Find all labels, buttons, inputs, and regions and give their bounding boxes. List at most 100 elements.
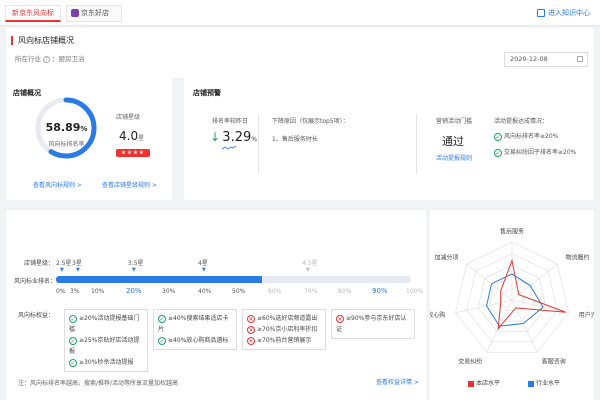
scale-tick: 50% xyxy=(232,288,246,295)
privilege-text: ≥60%选好店频道露出 xyxy=(257,315,318,322)
campaign-item-text: 风向标排名率≥20% xyxy=(504,133,559,140)
privileges-note: 注：风向标排名率越高，搜索/推荐/活动等所享流量加权越高 xyxy=(18,380,179,387)
legend-store-swatch xyxy=(468,380,474,387)
radar-axis-label: 交易纠纷 xyxy=(458,358,482,366)
check-circle-icon: ✓ xyxy=(69,336,77,345)
privilege-item: ✕ ≥70%前台营销展示 xyxy=(247,335,321,346)
check-circle-icon: ✓ xyxy=(494,132,502,141)
scale-tick: 40% xyxy=(198,288,212,295)
radar-axis-label: 放心购 xyxy=(430,311,445,319)
rank-change-unit: % xyxy=(251,136,257,143)
knowledge-center-link[interactable]: 进入知识中心 xyxy=(537,8,590,18)
store-overview-card: 店铺概况 58.89% 风向标排名率 店铺星级 4.0星 ★★★★ 查看风向标规… xyxy=(6,78,178,200)
privilege-text: ≥70%京小店利率折扣 xyxy=(257,326,318,333)
help-question-icon[interactable]: ? xyxy=(43,56,50,63)
scale-tick: 100% xyxy=(406,288,424,295)
privilege-item: ✕ ≥70%京小店利率折扣 xyxy=(247,324,321,335)
tab-jd-good-store[interactable]: 京东好店 xyxy=(66,5,122,22)
cross-circle-icon: ✕ xyxy=(336,314,344,323)
level-marker-triangle-icon: ▼ xyxy=(60,267,64,273)
store-level-value: 4.0星 xyxy=(119,129,144,143)
drop-reason-item: 1、售后服务时长 xyxy=(272,136,318,143)
scale-tick: 30% xyxy=(162,288,176,295)
industry-label: 所在行业 xyxy=(15,55,41,63)
good-store-logo-icon xyxy=(71,9,79,17)
radar-card: 售后服务物流履约用户评价客服咨询 交易纠纷 放心购 加减分项 本店水平 行业水平 xyxy=(430,210,594,400)
level-marker-triangle-icon: ▼ xyxy=(132,267,136,273)
date-value: 2020-12-08 xyxy=(510,55,548,63)
level-marker: 3星 xyxy=(72,260,82,267)
arrow-down-icon: ↓ xyxy=(210,130,221,144)
level-marker: 2.5星 xyxy=(56,260,72,267)
legend-store: 本店水平 xyxy=(468,378,500,387)
level-marker-triangle-icon: ▼ xyxy=(202,267,206,273)
rank-scale-bar xyxy=(56,276,411,283)
level-marker-triangle-icon: ▼ xyxy=(76,267,80,273)
divider xyxy=(258,114,259,174)
rank-change-value: ↓ 3.29% xyxy=(210,130,257,145)
rank-change-label: 排名率较昨日 xyxy=(212,118,249,125)
privilege-text: ≥30%秒杀活动提报 xyxy=(79,359,134,366)
trend-sparkline xyxy=(222,145,236,150)
divider xyxy=(416,114,417,174)
store-warning-card: 店铺预警 排名率较昨日 ↓ 3.29% 下降原因（仅展示top5项）： 1、售后… xyxy=(184,78,594,200)
top-tab-bar: 新京东风向标 京东好店 进入知识中心 xyxy=(0,0,600,26)
privilege-text: ≥70%前台营销展示 xyxy=(257,337,312,344)
privilege-item: ✓ ≥40%放心购商品遴标 xyxy=(158,335,232,346)
campaign-item: ✓ 交易纠纷因子排名率≥20% xyxy=(494,147,576,157)
legend-store-label: 本店水平 xyxy=(476,380,501,387)
tab-label: 新京东风向标 xyxy=(12,9,54,17)
privilege-item: ✓ ≥40%搜索结果适店卡片 xyxy=(158,313,232,335)
scale-tick: 70% xyxy=(304,288,318,295)
radar-axis-label: 售后服务 xyxy=(500,228,524,236)
privilege-item: ✕ ≥60%选好店频道露出 xyxy=(247,313,321,324)
page-title: 风向标店铺概况 xyxy=(11,36,74,45)
privilege-text: ≥25%京贴好店活动提报 xyxy=(69,337,140,355)
scale-tick: 60% xyxy=(268,288,282,295)
level-marker-triangle-icon: ▼ xyxy=(306,267,310,273)
gauge-number: 58.89 xyxy=(45,121,81,134)
rank-change-number: 3.29 xyxy=(222,130,252,145)
privilege-text: ≥20%活动提报基础门槛 xyxy=(69,315,140,333)
cross-circle-icon: ✕ xyxy=(247,314,255,323)
check-circle-icon: ✓ xyxy=(158,336,166,345)
star-rating-badge: ★★★★ xyxy=(116,149,150,157)
check-circle-icon: ✓ xyxy=(69,314,77,323)
legend-industry-swatch xyxy=(528,380,534,387)
check-circle-icon: ✓ xyxy=(158,314,166,323)
scale-level-label: 店铺星级： xyxy=(24,260,55,267)
warning-title: 店铺预警 xyxy=(193,89,221,97)
privilege-text: ≥40%搜索结果适店卡片 xyxy=(158,315,229,333)
campaign-status: 通过 xyxy=(442,135,464,148)
wind-vane-rules-link[interactable]: 查看风向标规则 > xyxy=(33,180,82,189)
privileges-detail-link[interactable]: 查看权益详情 > xyxy=(376,377,419,386)
drop-reason-label: 下降原因（仅展示top5项）： xyxy=(272,118,349,125)
industry-row: 所在行业? ：厨房卫浴 xyxy=(15,55,85,63)
privilege-group: ✓ ≥20%活动提报基础门槛 ✓ ≥25%京贴好店活动提报 ✓ ≥30%秒杀活动提报 xyxy=(64,309,148,372)
privileges-label: 风向标权益： xyxy=(18,312,55,319)
help-label: 进入知识中心 xyxy=(548,9,590,17)
scale-rank-label: 风向标业排名： xyxy=(14,278,57,285)
privilege-group: ✓ ≥40%搜索结果适店卡片 ✓ ≥40%放心购商品遴标 xyxy=(153,309,237,350)
scale-tick: 90% xyxy=(372,287,388,295)
scale-tick: 20% xyxy=(126,287,142,295)
campaign-item: ✓ 风向标排名率≥20% xyxy=(494,131,558,141)
privilege-item: ✓ ≥25%京贴好店活动提报 xyxy=(69,335,143,357)
campaign-tip-label: 活动提报达成情况： xyxy=(494,118,549,125)
level-marker: 3.5星 xyxy=(128,260,144,267)
privilege-item: ✕ ≥90%参与京东好店认证 xyxy=(336,313,410,335)
campaign-rules-link[interactable]: 活动提报规则 xyxy=(436,153,472,162)
privilege-item: ✓ ≥30%秒杀活动提报 xyxy=(69,357,143,368)
store-level-rules-link[interactable]: 查看店铺星级规则 > xyxy=(102,180,157,189)
legend-industry-label: 行业水平 xyxy=(536,380,561,387)
level-marker: 4星 xyxy=(198,260,208,267)
privilege-item: ✓ ≥20%活动提报基础门槛 xyxy=(69,313,143,335)
level-number: 4.0 xyxy=(119,129,139,143)
date-picker[interactable]: 2020-12-08 xyxy=(504,52,588,67)
rank-scale-fill xyxy=(56,276,262,283)
cross-circle-icon: ✕ xyxy=(247,336,255,345)
scale-tick: 10% xyxy=(91,288,105,295)
gauge-label: 风向标排名率 xyxy=(48,141,85,148)
check-circle-icon: ✓ xyxy=(69,358,77,367)
tab-jd-wind-vane[interactable]: 新京东风向标 xyxy=(5,5,61,22)
